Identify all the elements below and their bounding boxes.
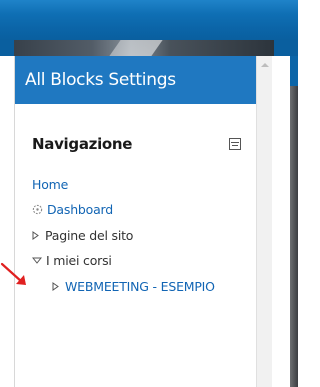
triangle-right-icon[interactable] xyxy=(52,282,59,291)
navigation-block-title: Navigazione xyxy=(32,135,133,153)
nav-item-i-miei-corsi[interactable]: I miei corsi xyxy=(32,253,112,268)
collapse-block-icon[interactable] xyxy=(229,138,241,150)
left-gutter xyxy=(0,56,14,387)
scroll-up-icon[interactable] xyxy=(261,63,269,67)
triangle-right-icon[interactable] xyxy=(32,231,39,240)
page-content-edge-top xyxy=(290,56,298,86)
nav-item-webmeeting-esempio[interactable]: WEBMEETING - ESEMPIO xyxy=(52,279,215,294)
nav-item-dashboard[interactable]: Dashboard xyxy=(32,202,113,217)
nav-item-label[interactable]: Pagine del sito xyxy=(45,228,133,243)
page: All Blocks Settings Navigazione Home Das… xyxy=(0,0,298,387)
blocks-drawer: All Blocks Settings xyxy=(14,56,273,387)
drawer-scrollbar[interactable] xyxy=(256,56,273,387)
nav-item-label[interactable]: Home xyxy=(32,177,68,192)
page-content-edge xyxy=(290,58,298,387)
drawer-header-title[interactable]: All Blocks Settings xyxy=(15,56,273,104)
dashboard-gauge-icon xyxy=(32,204,43,215)
red-arrow-icon xyxy=(0,262,26,285)
triangle-down-icon[interactable] xyxy=(32,257,42,264)
nav-item-home[interactable]: Home xyxy=(32,177,68,192)
nav-item-label[interactable]: WEBMEETING - ESEMPIO xyxy=(65,279,215,294)
nav-item-label[interactable]: Dashboard xyxy=(47,202,113,217)
nav-item-label[interactable]: I miei corsi xyxy=(46,253,112,268)
nav-item-pagine-del-sito[interactable]: Pagine del sito xyxy=(32,228,133,243)
